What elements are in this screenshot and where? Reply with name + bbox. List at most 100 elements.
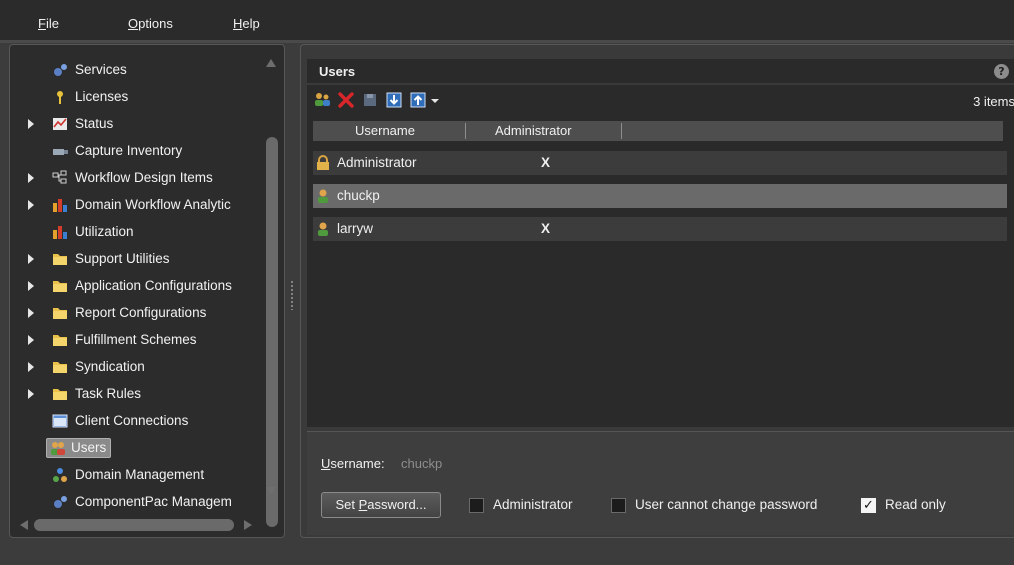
scroll-down-arrow-icon[interactable] <box>266 487 276 495</box>
tree-item-label: ComponentPac Managem <box>75 494 232 509</box>
column-divider[interactable] <box>465 123 466 139</box>
tree-item-report-configurations[interactable]: Report Configurations <box>10 300 268 326</box>
vertical-scrollbar-thumb[interactable] <box>266 137 278 527</box>
users-icon <box>51 442 65 455</box>
tree-item-label: Status <box>75 116 114 131</box>
tree-item-support-utilities[interactable]: Support Utilities <box>10 246 268 272</box>
table-row[interactable]: Administrator X <box>313 151 1007 175</box>
tree-item-client-connections[interactable]: Client Connections <box>10 408 268 434</box>
table-header: Username Administrator <box>313 121 1003 141</box>
users-table: Username Administrator Administrator Xchu… <box>307 115 1014 427</box>
read-only-checkbox-label[interactable]: Read only <box>885 497 946 512</box>
username-value: chuckp <box>401 456 443 471</box>
tree-item-utilization[interactable]: Utilization <box>10 219 268 245</box>
status-chart-icon <box>53 118 67 130</box>
tree-item-label: Support Utilities <box>75 251 170 266</box>
menu-help[interactable]: Help <box>233 16 260 31</box>
services-icon <box>54 64 67 76</box>
navigation-tree-panel: Services Licenses Status Capture Inventory W… <box>9 44 285 538</box>
tree-item-workflow-design-items[interactable]: Workflow Design Items <box>10 165 268 191</box>
tree-item-label: Report Configurations <box>75 305 207 320</box>
tree-item-label: Fulfillment Schemes <box>75 332 197 347</box>
tree-item-label: Client Connections <box>75 413 189 428</box>
tree-item-label: Syndication <box>75 359 145 374</box>
tree-item-componentpac-managem[interactable]: ComponentPac Managem <box>10 489 268 515</box>
tree-item-label: Domain Management <box>75 467 205 482</box>
tree-item-capture-inventory[interactable]: Capture Inventory <box>10 138 268 164</box>
expand-arrow-icon[interactable] <box>28 254 34 264</box>
tree-item-label: Application Configurations <box>75 278 232 293</box>
export-icon[interactable] <box>409 91 427 109</box>
delete-icon[interactable] <box>337 91 355 109</box>
folder-icon <box>53 254 67 265</box>
componentpac-icon <box>54 496 67 508</box>
tree-item-syndication[interactable]: Syndication <box>10 354 268 380</box>
tree-item-users[interactable]: Users <box>10 435 268 461</box>
username-cell: Administrator <box>337 155 417 170</box>
key-icon <box>57 91 63 104</box>
scroll-right-arrow-icon[interactable] <box>244 520 252 530</box>
administrator-checkbox[interactable] <box>469 498 484 513</box>
expand-arrow-icon[interactable] <box>28 362 34 372</box>
import-icon[interactable] <box>385 91 403 109</box>
folder-icon <box>53 308 67 319</box>
user-icon <box>318 222 328 236</box>
scroll-up-arrow-icon[interactable] <box>266 59 276 67</box>
panel-header: Users ? <box>307 59 1014 83</box>
tree-item-label: Workflow Design Items <box>75 170 213 185</box>
dropdown-arrow-icon[interactable] <box>429 91 441 109</box>
menu-options[interactable]: Options <box>128 16 173 31</box>
users-panel: Users ? 3 items Username Administrator A… <box>300 44 1014 538</box>
administrator-checkbox-label[interactable]: Administrator <box>493 497 573 512</box>
menu-bar: File Options Help <box>0 0 1014 40</box>
user-detail-pane: Username: chuckp Set Password... Adminis… <box>307 431 1014 535</box>
analytics-bar-icon <box>53 199 67 212</box>
expand-arrow-icon[interactable] <box>28 119 34 129</box>
expand-arrow-icon[interactable] <box>28 281 34 291</box>
expand-arrow-icon[interactable] <box>28 308 34 318</box>
tree-item-label: Capture Inventory <box>75 143 183 158</box>
cannot-change-password-label[interactable]: User cannot change password <box>635 497 817 512</box>
username-cell: larryw <box>337 221 373 236</box>
domain-management-icon <box>53 468 67 482</box>
column-divider[interactable] <box>621 123 622 139</box>
set-password-button[interactable]: Set Password... <box>321 492 441 518</box>
panel-splitter-grip[interactable] <box>290 280 294 310</box>
tree-item-label: Task Rules <box>75 386 142 401</box>
administrator-cell: X <box>541 155 551 170</box>
menu-file[interactable]: File <box>38 16 59 31</box>
expand-arrow-icon[interactable] <box>28 200 34 210</box>
expand-arrow-icon[interactable] <box>28 173 34 183</box>
save-icon <box>364 94 376 106</box>
tree-item-application-configurations[interactable]: Application Configurations <box>10 273 268 299</box>
column-header-username[interactable]: Username <box>355 123 415 138</box>
tree-item-licenses[interactable]: Licenses <box>10 84 268 110</box>
expand-arrow-icon[interactable] <box>28 389 34 399</box>
add-user-icon[interactable] <box>313 91 331 109</box>
user-icon <box>318 189 328 203</box>
capture-inventory-icon <box>53 149 68 155</box>
column-header-administrator[interactable]: Administrator <box>495 123 572 138</box>
tree-item-task-rules[interactable]: Task Rules <box>10 381 268 407</box>
read-only-checkbox[interactable]: ✓ <box>861 498 876 513</box>
tree-item-domain-workflow-analytic[interactable]: Domain Workflow Analytic <box>10 192 268 218</box>
tree-item-label: Utilization <box>75 224 134 239</box>
tree-item-services[interactable]: Services <box>10 57 268 83</box>
help-icon[interactable]: ? <box>994 64 1009 79</box>
tree-item-label: Domain Workflow Analytic <box>75 197 231 212</box>
folder-icon <box>53 335 67 346</box>
utilization-bar-icon <box>53 226 67 239</box>
expand-arrow-icon[interactable] <box>28 335 34 345</box>
menu-separator <box>0 40 1014 43</box>
tree-item-domain-management[interactable]: Domain Management <box>10 462 268 488</box>
tree-item-fulfillment-schemes[interactable]: Fulfillment Schemes <box>10 327 268 353</box>
table-row[interactable]: larryw X <box>313 217 1007 241</box>
cannot-change-password-checkbox[interactable] <box>611 498 626 513</box>
item-count: 3 items <box>973 94 1014 109</box>
table-row[interactable]: chuckp <box>313 184 1007 208</box>
folder-icon <box>53 281 67 292</box>
username-label: Username: <box>321 456 385 471</box>
scroll-left-arrow-icon[interactable] <box>20 520 28 530</box>
tree-item-status[interactable]: Status <box>10 111 268 137</box>
horizontal-scrollbar-thumb[interactable] <box>34 519 234 531</box>
